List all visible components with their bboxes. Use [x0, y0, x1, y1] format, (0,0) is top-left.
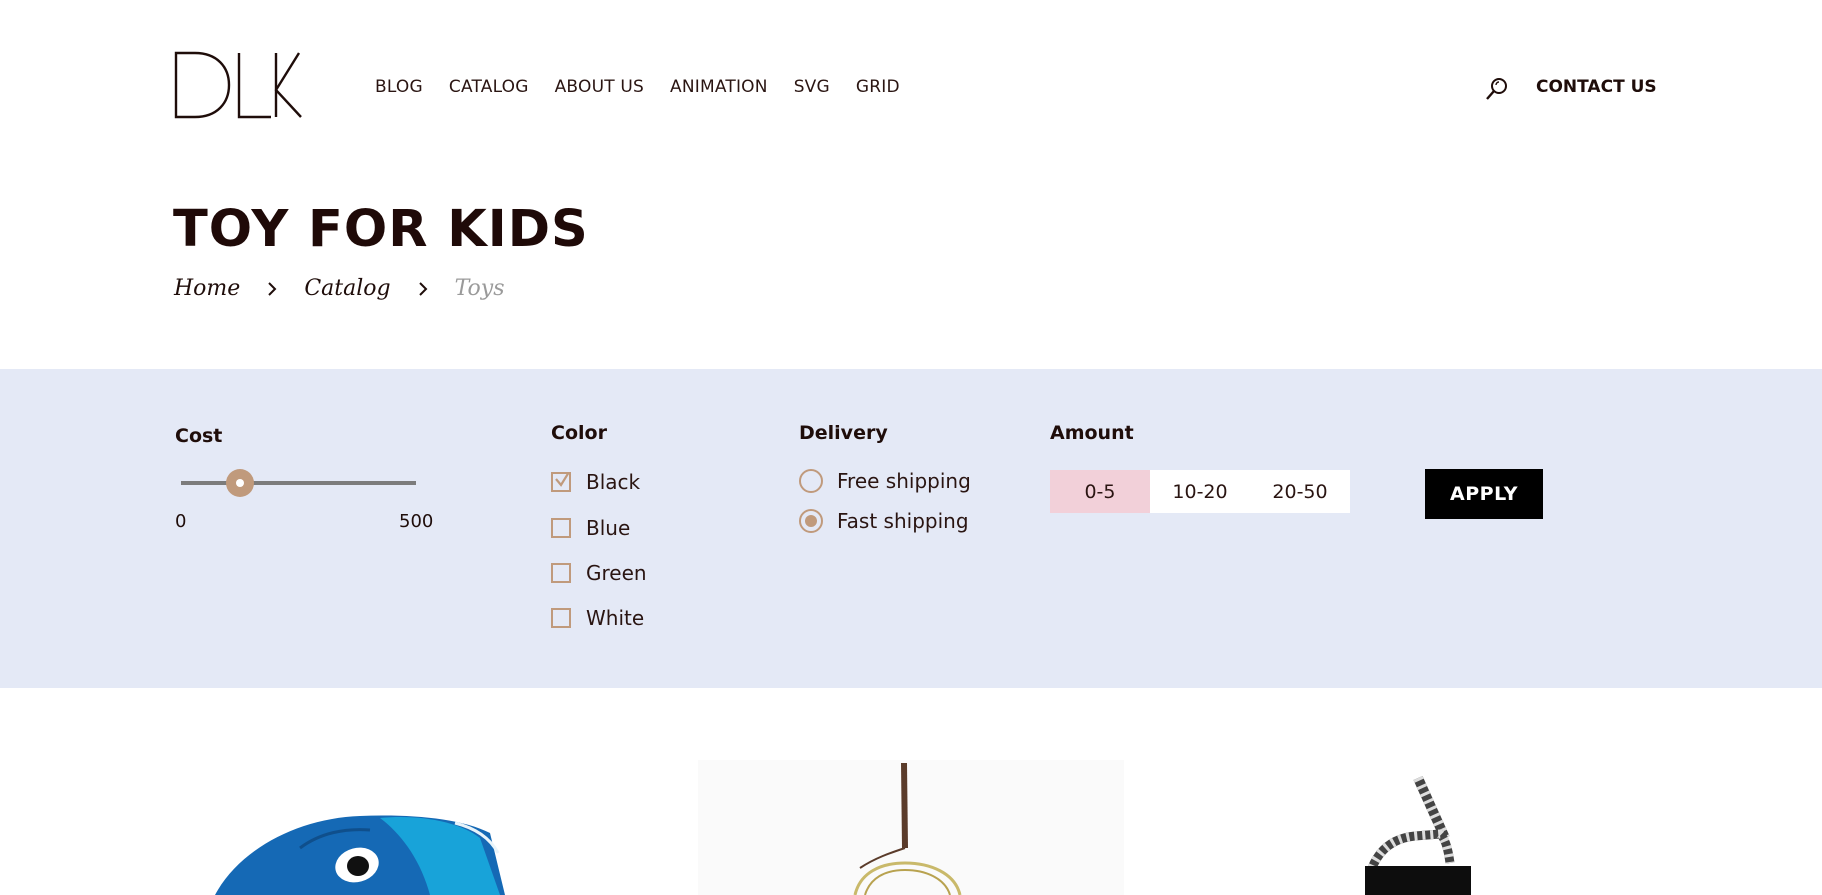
cost-max-label: 500	[399, 511, 434, 532]
breadcrumb-catalog[interactable]: Catalog	[304, 276, 390, 301]
amount-filter-label: Amount	[1050, 422, 1134, 444]
page-title: TOY FOR KIDS	[173, 200, 589, 259]
nav-item-catalog[interactable]: CATALOG	[449, 77, 529, 97]
chevron-right-icon	[417, 281, 429, 297]
main-nav: BLOG CATALOG ABOUT US ANIMATION SVG GRID	[375, 77, 900, 97]
delivery-option-fast[interactable]: Fast shipping	[799, 509, 969, 533]
search-icon[interactable]	[1485, 77, 1509, 105]
delivery-option-label: Fast shipping	[837, 509, 969, 533]
checkbox-checked-icon[interactable]	[551, 472, 571, 492]
delivery-option-label: Free shipping	[837, 469, 971, 493]
apply-button[interactable]: APPLY	[1425, 469, 1543, 519]
product-image-whale-toy[interactable]	[215, 815, 505, 895]
nav-item-animation[interactable]: ANIMATION	[670, 77, 768, 97]
chevron-right-icon	[266, 281, 278, 297]
nav-item-svg[interactable]: SVG	[794, 77, 830, 97]
nav-item-about-us[interactable]: ABOUT US	[555, 77, 644, 97]
contact-us-link[interactable]: CONTACT US	[1536, 77, 1657, 97]
radio-selected-icon[interactable]	[799, 509, 823, 533]
checkbox-icon[interactable]	[551, 608, 571, 628]
breadcrumb-home[interactable]: Home	[174, 276, 240, 301]
amount-segmented-control: 0-5 10-20 20-50	[1050, 470, 1350, 513]
radio-icon[interactable]	[799, 469, 823, 493]
color-option-label: White	[586, 606, 645, 630]
cost-min-label: 0	[175, 511, 187, 532]
cost-filter-label: Cost	[175, 425, 223, 447]
color-filter-label: Color	[551, 422, 607, 444]
amount-option-0-5[interactable]: 0-5	[1050, 470, 1150, 513]
product-image-ring-ornament[interactable]	[698, 760, 1124, 895]
amount-option-10-20[interactable]: 10-20	[1150, 470, 1250, 513]
delivery-option-free[interactable]: Free shipping	[799, 469, 971, 493]
color-option-label: Green	[586, 561, 647, 585]
nav-item-grid[interactable]: GRID	[856, 77, 900, 97]
checkbox-icon[interactable]	[551, 563, 571, 583]
breadcrumb-current: Toys	[454, 276, 505, 301]
site-header: BLOG CATALOG ABOUT US ANIMATION SVG GRID…	[0, 0, 1822, 180]
product-image-apron[interactable]	[1365, 775, 1471, 895]
cost-slider-track[interactable]	[181, 481, 416, 485]
breadcrumb: Home Catalog Toys	[174, 276, 505, 301]
color-option-label: Blue	[586, 516, 631, 540]
color-option-green[interactable]: Green	[551, 561, 647, 585]
color-option-black[interactable]: Black	[551, 470, 640, 494]
delivery-filter-label: Delivery	[799, 422, 888, 444]
brand-logo[interactable]	[173, 50, 303, 124]
product-grid	[0, 688, 1822, 895]
color-option-label: Black	[586, 470, 641, 494]
checkbox-icon[interactable]	[551, 518, 571, 538]
amount-option-20-50[interactable]: 20-50	[1250, 470, 1350, 513]
color-option-blue[interactable]: Blue	[551, 516, 630, 540]
cost-slider-handle[interactable]	[226, 469, 254, 497]
color-option-white[interactable]: White	[551, 606, 644, 630]
nav-item-blog[interactable]: BLOG	[375, 77, 423, 97]
